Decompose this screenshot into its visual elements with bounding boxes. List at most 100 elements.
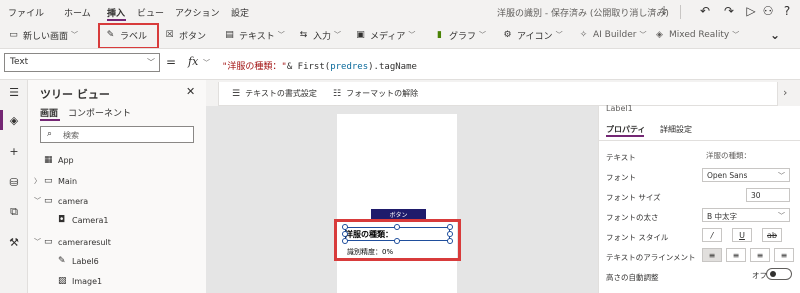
new-screen-button[interactable]: ▭ 新しい画面 ﹀: [8, 27, 78, 43]
icons-button[interactable]: ⚙ アイコン ﹀: [502, 27, 563, 43]
tree-node-app[interactable]: ▦ App: [44, 155, 74, 165]
tree-node-camera[interactable]: ﹀ ▭ camera: [34, 196, 88, 206]
tree-node-label6[interactable]: ✎ Label6: [58, 256, 99, 266]
auto-height-toggle[interactable]: [766, 268, 792, 280]
formula-identifier: predres: [330, 62, 369, 72]
redo-icon[interactable]: ↷: [721, 3, 737, 19]
divider: [598, 140, 800, 141]
tab-components[interactable]: コンポーネント: [68, 106, 131, 119]
chevron-right-icon[interactable]: ›: [783, 86, 787, 99]
database-icon[interactable]: ⛁: [6, 174, 22, 190]
media-button[interactable]: ▣ メディア ﹀: [355, 27, 415, 43]
formula-input[interactable]: "洋服の種類："& First(predres).tagName: [222, 59, 417, 72]
tree-node-camera1[interactable]: ◘ Camera1: [58, 215, 108, 225]
screen-icon: ▭: [44, 237, 53, 247]
play-icon[interactable]: ▷: [743, 3, 759, 19]
tree-node-label: Camera1: [72, 215, 109, 225]
close-icon[interactable]: ✕: [186, 85, 195, 98]
chevron-down-icon[interactable]: ﹀: [34, 237, 44, 247]
active-tab-indicator: [606, 135, 644, 137]
format-text-icon: ☰: [232, 88, 241, 99]
button-button[interactable]: ☒ ボタン: [164, 27, 206, 43]
tree-search-input[interactable]: ⌕ 検索: [40, 126, 194, 143]
app-icon: ▦: [44, 155, 53, 165]
auto-height-toggle-label: オフ: [752, 271, 767, 280]
screen-icon: ▭: [44, 176, 53, 186]
italic-icon[interactable]: /: [702, 228, 722, 242]
font-weight-dropdown[interactable]: B 中太字 ﹀: [702, 208, 790, 222]
fx-icon[interactable]: fx: [188, 55, 198, 68]
ai-builder-text: AI Builder: [593, 30, 637, 40]
input-button[interactable]: ⇆ 入力 ﹀: [298, 27, 341, 43]
chevron-down-icon: ﹀: [778, 172, 785, 180]
tree-node-label: App: [58, 155, 74, 165]
tools-icon[interactable]: ⚒: [6, 234, 22, 250]
more-chevron-icon[interactable]: ⌄: [770, 27, 780, 43]
underline-icon[interactable]: U: [732, 228, 752, 242]
tab-properties[interactable]: プロパティ: [606, 124, 646, 135]
chevron-down-icon[interactable]: ﹀: [34, 196, 44, 206]
plus-icon[interactable]: +: [6, 143, 22, 159]
input-icon: ⇆: [299, 30, 308, 40]
label-icon: ✎: [58, 256, 66, 266]
align-center-icon[interactable]: ≡: [726, 248, 746, 262]
chevron-down-icon: ﹀: [147, 58, 155, 67]
new-screen-icon: ▭: [9, 30, 18, 40]
formula-function: & First(: [286, 62, 331, 72]
chevron-down-icon: ﹀: [732, 31, 740, 39]
remove-format-label: フォーマットの解除: [346, 89, 419, 98]
menu-view[interactable]: ビュー: [137, 6, 164, 19]
undo-icon[interactable]: ↶: [697, 3, 713, 19]
strikethrough-icon[interactable]: ab: [762, 228, 782, 242]
font-dropdown[interactable]: Open Sans ﹀: [702, 168, 790, 182]
active-menu-indicator: [107, 19, 126, 21]
property-selector-value: Text: [10, 57, 29, 67]
tab-screens[interactable]: 画面: [40, 106, 58, 119]
chart-button-text: グラフ: [449, 31, 477, 42]
media-library-icon[interactable]: ⧉: [6, 204, 22, 220]
user-icon[interactable]: ⚇: [760, 3, 776, 19]
toggle-knob: [770, 271, 776, 277]
chevron-down-icon: ﹀: [408, 31, 416, 39]
menu-home[interactable]: ホーム: [64, 6, 91, 19]
mixed-reality-button[interactable]: ◈ Mixed Reality ﹀: [654, 27, 739, 43]
text-button[interactable]: ▤ テキスト ﹀: [224, 27, 285, 43]
format-text-button[interactable]: ☰ テキストの書式設定: [232, 88, 317, 99]
label-button-highlight: [98, 23, 159, 49]
chart-button[interactable]: ▮ グラフ ﹀: [434, 27, 486, 43]
active-tab-indicator: [40, 119, 60, 121]
app-screen[interactable]: [337, 114, 457, 293]
align-justify-icon[interactable]: ≡: [774, 248, 794, 262]
menu-insert[interactable]: 挿入: [107, 6, 125, 19]
tree-node-main[interactable]: 〉 ▭ Main: [34, 176, 77, 186]
align-right-icon[interactable]: ≡: [750, 248, 770, 262]
layers-icon[interactable]: ◈: [6, 112, 22, 128]
menu-action[interactable]: アクション: [175, 6, 220, 19]
help-icon[interactable]: ?: [779, 3, 795, 19]
chevron-right-icon[interactable]: 〉: [34, 176, 44, 186]
text-icon: ▤: [225, 30, 234, 40]
chevron-down-icon[interactable]: ﹀: [203, 58, 210, 68]
tree-node-image1[interactable]: ▨ Image1: [58, 276, 102, 286]
menu-file[interactable]: ファイル: [8, 6, 44, 19]
hamburger-icon[interactable]: ☰: [6, 84, 22, 100]
remove-format-button[interactable]: ☷ フォーマットの解除: [333, 88, 418, 99]
format-text-label: テキストの書式設定: [245, 89, 317, 98]
ai-builder-button[interactable]: ✧ AI Builder ﹀: [578, 27, 647, 43]
font-size-input[interactable]: 30: [746, 188, 790, 202]
button-icon: ☒: [165, 30, 174, 40]
stethoscope-icon[interactable]: ⚕: [656, 3, 672, 19]
canvas-button-control[interactable]: ボタン: [371, 209, 426, 219]
tree-node-cameraresult[interactable]: ﹀ ▭ cameraresult: [34, 237, 111, 247]
font-dropdown-value: Open Sans: [707, 171, 748, 180]
divider: [680, 5, 681, 19]
text-prop-value[interactable]: 洋服の種類：: [702, 148, 790, 162]
property-selector[interactable]: Text ﹀: [4, 53, 160, 72]
tab-advanced[interactable]: 詳細設定: [660, 124, 692, 135]
formula-tail: ).tagName: [368, 62, 417, 72]
media-button-text: メディア: [370, 31, 406, 42]
menu-settings[interactable]: 設定: [231, 6, 249, 19]
align-left-icon[interactable]: ≡: [702, 248, 722, 262]
icons-icon: ⚙: [503, 30, 512, 40]
chevron-down-icon: ﹀: [555, 31, 563, 39]
